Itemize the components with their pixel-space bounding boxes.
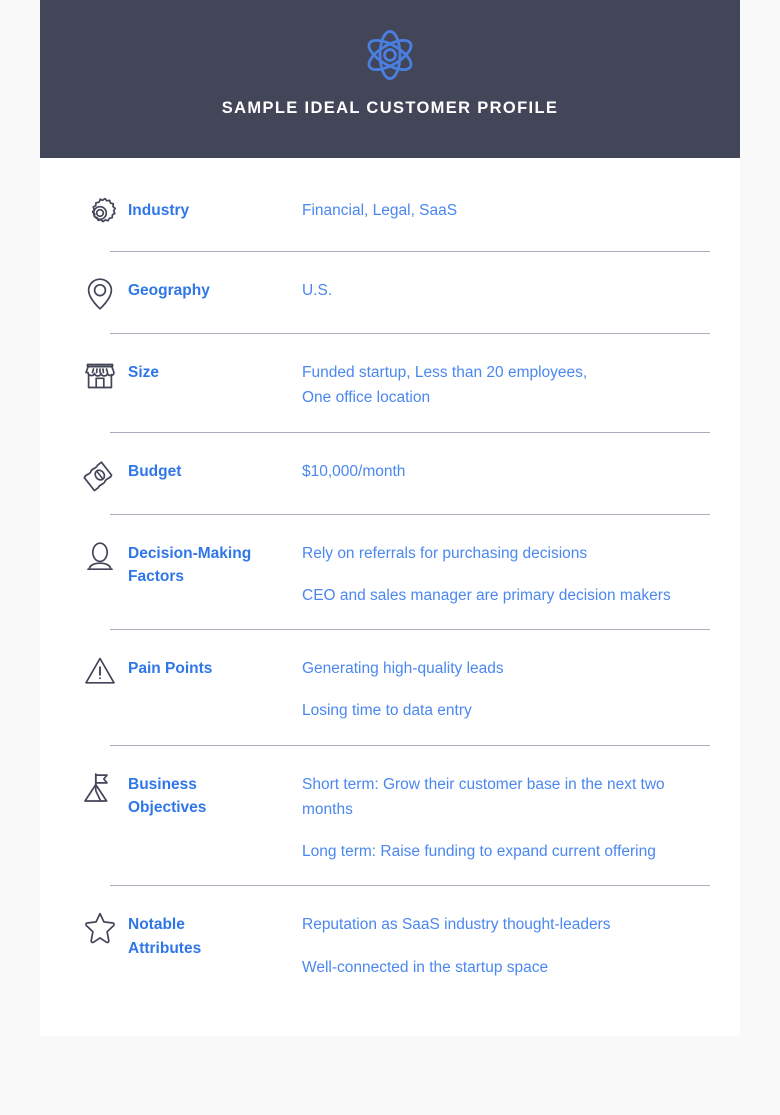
attribute-value: Short term: Grow their customer base in …	[302, 775, 665, 818]
mountain-flag-icon	[72, 768, 128, 806]
money-bill-icon	[72, 455, 128, 493]
warning-triangle-icon	[72, 652, 128, 688]
attribute-values: Funded startup, Less than 20 employees, …	[302, 356, 710, 411]
attribute-label: Size	[128, 364, 160, 381]
attribute-row-decision-making-factors: Decision-Making Factors Rely on referral…	[72, 515, 710, 631]
attribute-label: Decision-Making Factors	[128, 544, 252, 585]
attribute-value: Long term: Raise funding to expand curre…	[302, 843, 656, 860]
attribute-label: Pain Points	[128, 660, 213, 677]
attribute-values: Generating high-quality leads Losing tim…	[302, 652, 710, 724]
attribute-label: Geography	[128, 282, 210, 299]
attribute-row-business-objectives: Business Objectives Short term: Grow the…	[72, 746, 710, 887]
attribute-value: Rely on referrals for purchasing decisio…	[302, 544, 588, 562]
attribute-values: Financial, Legal, SaaS	[302, 194, 710, 223]
attribute-row-pain-points: Pain Points Generating high-quality lead…	[72, 630, 710, 746]
attribute-value: CEO and sales manager are primary decisi…	[302, 586, 671, 604]
page-title: SAMPLE IDEAL CUSTOMER PROFILE	[221, 99, 559, 117]
attribute-values: Reputation as SaaS industry thought-lead…	[302, 908, 710, 980]
attribute-row-geography: Geography U.S.	[72, 252, 710, 334]
attribute-label: Budget	[128, 462, 182, 480]
attribute-list: Industry Financial, Legal, SaaS Geograph…	[40, 158, 740, 1002]
attribute-value: Losing time to data entry	[302, 702, 472, 720]
attribute-values: U.S.	[302, 274, 710, 303]
attribute-label: Business Objectives	[128, 775, 207, 816]
attribute-values: Rely on referrals for purchasing decisio…	[302, 537, 710, 609]
attribute-label: Industry	[128, 202, 190, 219]
attribute-value: Generating high-quality leads	[302, 660, 504, 677]
star-icon	[72, 908, 128, 944]
attribute-value: $10,000/month	[302, 462, 406, 480]
attribute-value: Financial, Legal, SaaS	[302, 202, 458, 219]
card-header: SAMPLE IDEAL CUSTOMER PROFILE	[40, 0, 740, 158]
attribute-value: U.S.	[302, 282, 333, 299]
attribute-value: Funded startup, Less than 20 employees, …	[302, 364, 588, 407]
profile-card: SAMPLE IDEAL CUSTOMER PROFILE Industry F…	[40, 0, 740, 1036]
attribute-value: Well-connected in the startup space	[302, 958, 549, 976]
attribute-label: Notable Attributes	[128, 916, 202, 957]
attribute-values: $10,000/month	[302, 455, 710, 484]
atom-icon	[361, 26, 419, 84]
attribute-values: Short term: Grow their customer base in …	[302, 768, 710, 865]
attribute-row-budget: Budget $10,000/month	[72, 433, 710, 515]
attribute-row-industry: Industry Financial, Legal, SaaS	[72, 172, 710, 252]
attribute-value: Reputation as SaaS industry thought-lead…	[302, 916, 611, 934]
gear-icon	[72, 194, 128, 230]
storefront-icon	[72, 356, 128, 392]
person-icon	[72, 537, 128, 573]
page-root: SAMPLE IDEAL CUSTOMER PROFILE Industry F…	[0, 0, 780, 1115]
attribute-row-size: Size Funded startup, Less than 20 employ…	[72, 334, 710, 433]
map-pin-icon	[72, 274, 128, 312]
attribute-row-notable-attributes: Notable Attributes Reputation as SaaS in…	[72, 886, 710, 1002]
